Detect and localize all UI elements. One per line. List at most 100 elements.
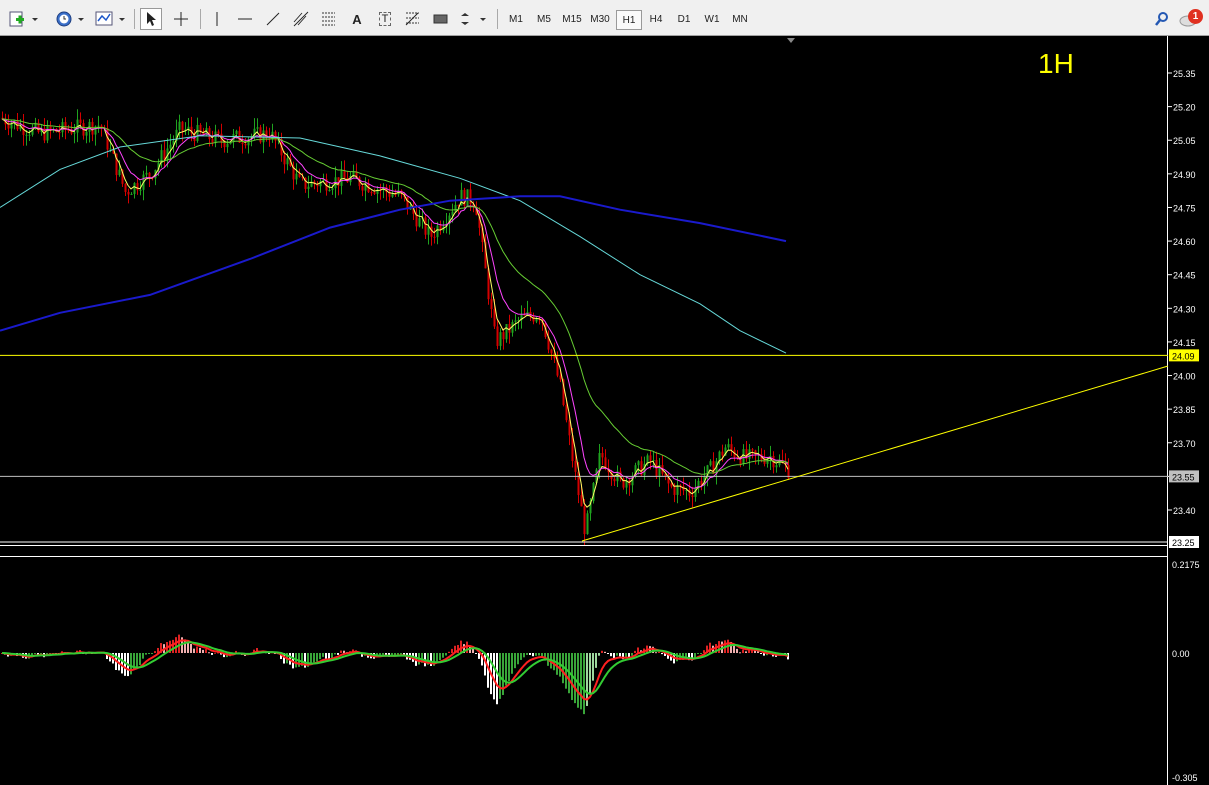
timeframe-m1[interactable]: M1	[503, 10, 529, 30]
macd-histogram-bar	[205, 649, 207, 653]
macd-histogram-bar	[175, 637, 177, 653]
notification-badge: 1	[1188, 9, 1203, 24]
vertical-line-button[interactable]	[206, 9, 228, 29]
rectangle-button[interactable]	[430, 9, 452, 29]
timeframe-h4[interactable]: H4	[643, 10, 669, 30]
macd-histogram-bar	[655, 652, 657, 654]
search-icon	[1155, 12, 1168, 26]
fibonacci-retracement-button[interactable]	[318, 9, 340, 29]
macd-histogram-bar	[523, 653, 525, 658]
candle-body	[430, 226, 433, 237]
macd-histogram-bar	[445, 653, 447, 656]
cursor-arrow-icon	[147, 12, 156, 26]
macd-histogram-bar	[598, 653, 600, 656]
macd-histogram-bar	[382, 653, 384, 655]
candle-body	[601, 453, 604, 458]
fibonacci-fan-button[interactable]	[402, 9, 424, 29]
price-tick-label: 25.35	[1173, 69, 1196, 79]
trendline-button[interactable]	[262, 9, 284, 29]
candle-body	[25, 134, 28, 136]
candle-body	[574, 461, 577, 472]
candle-body	[328, 190, 331, 192]
timeframe-w1[interactable]: W1	[699, 10, 725, 30]
timeframe-d1[interactable]: D1	[671, 10, 697, 30]
price-tick-label: 24.45	[1173, 271, 1196, 281]
macd-histogram-bar	[736, 648, 738, 653]
chart-background	[0, 36, 1209, 785]
candle-body	[7, 124, 10, 129]
macd-histogram-bar	[526, 653, 528, 655]
candle-body	[295, 173, 298, 180]
equidistant-channel-button[interactable]	[290, 9, 312, 29]
candle-body	[424, 217, 427, 235]
candle-body	[211, 139, 214, 143]
macd-histogram-bar	[535, 653, 537, 656]
candle-body	[196, 124, 199, 141]
macd-histogram-bar	[172, 639, 174, 653]
candle-body	[742, 449, 745, 465]
new-chart-button[interactable]	[6, 9, 40, 29]
candle-body	[307, 186, 310, 189]
fibonacci-fan-icon	[405, 12, 419, 26]
search-button[interactable]	[1152, 9, 1172, 29]
macd-histogram-bar	[214, 652, 216, 654]
candle-body	[124, 183, 127, 192]
candle-body	[559, 375, 562, 380]
macd-histogram-bar	[700, 653, 702, 654]
indicators-button[interactable]	[94, 9, 128, 29]
macd-histogram-bar	[148, 653, 150, 654]
candle-body	[133, 183, 136, 194]
timeframe-m5[interactable]: M5	[531, 10, 557, 30]
macd-histogram-bar	[676, 653, 678, 662]
candle-body	[79, 119, 82, 124]
macd-histogram-bar	[532, 653, 534, 657]
macd-histogram-bar	[589, 653, 591, 695]
candle-body	[586, 513, 589, 535]
macd-histogram-bar	[340, 650, 342, 653]
macd-histogram-bar	[436, 653, 438, 662]
crosshair-icon	[174, 12, 188, 26]
candle-body	[286, 158, 289, 165]
timeframe-m15[interactable]: M15	[559, 10, 585, 30]
macd-histogram-bar	[151, 653, 153, 654]
macd-histogram-bar	[313, 653, 315, 663]
macd-histogram-bar	[442, 653, 444, 658]
candle-body	[127, 191, 130, 195]
macd-histogram-bar	[616, 653, 618, 656]
macd-histogram-bar	[196, 646, 198, 653]
text-label-button[interactable]: T	[374, 9, 396, 29]
candle-body	[109, 148, 112, 150]
candle-body	[637, 461, 640, 466]
candle-body	[283, 155, 286, 165]
indicator-tick-label: 0.2175	[1172, 560, 1200, 570]
profiles-button[interactable]	[54, 9, 88, 29]
chart-window[interactable]: 1H 25.35 25.20 25.05 24.90 24.75 24.60 24.45 24…	[0, 36, 1209, 785]
crosshair-button[interactable]	[170, 9, 192, 29]
price-tick-label: 24.00	[1173, 372, 1196, 382]
candle-body	[58, 132, 61, 134]
candle-body	[298, 173, 301, 177]
macd-histogram-bar	[613, 653, 615, 658]
candle-body	[505, 323, 508, 340]
cursor-button[interactable]	[140, 8, 162, 30]
timeframe-h1[interactable]: H1	[616, 10, 642, 30]
notifications-button[interactable]: 1	[1178, 9, 1204, 29]
text-tool-button[interactable]: A	[346, 9, 368, 29]
candle-body	[427, 226, 430, 235]
trendline-icon	[266, 12, 280, 26]
macd-histogram-bar	[634, 650, 636, 653]
macd-histogram-bar	[439, 653, 441, 661]
horizontal-line-button[interactable]	[234, 9, 256, 29]
macd-histogram-bar	[154, 651, 156, 653]
candle-body	[721, 451, 724, 456]
candle-body	[436, 225, 439, 238]
macd-histogram-bar	[448, 651, 450, 653]
candle-body	[502, 332, 505, 340]
timeframe-m30[interactable]: M30	[587, 10, 613, 30]
timeframe-mn[interactable]: MN	[727, 10, 753, 30]
macd-histogram-bar	[472, 648, 474, 653]
indicator-tick-label: 0.00	[1172, 649, 1190, 659]
rectangle-icon	[433, 14, 448, 24]
macd-histogram-bar	[337, 653, 339, 655]
arrows-button[interactable]	[458, 9, 490, 29]
